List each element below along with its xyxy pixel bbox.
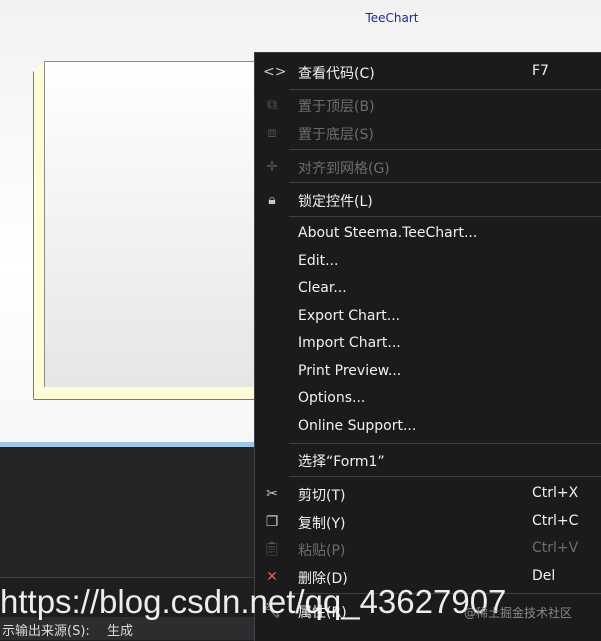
menu-item-shortcut: Ctrl+C (532, 513, 579, 529)
menu-item-label: 粘贴(P) (298, 543, 346, 559)
align-to-grid-icon: ✛ (266, 159, 278, 175)
menu-item-align-to-grid[interactable]: ✛ 对齐到网格(G) (255, 154, 601, 180)
copy-icon: ❐ (265, 514, 279, 530)
context-menu: <> 查看代码(C) F7 ⧉ 置于顶层(B) ⧈ 置于底层(S) ✛ 对齐到网… (254, 52, 601, 641)
menu-item-label: 复制(Y) (298, 516, 346, 532)
menu-item-label: 锁定控件(L) (298, 194, 373, 210)
menu-item-options[interactable]: Options... (255, 386, 601, 412)
output-source-label: 示输出来源(S): (2, 624, 90, 639)
menu-item-view-code[interactable]: <> 查看代码(C) F7 (255, 59, 601, 85)
bring-to-front-icon: ⧉ (267, 97, 277, 113)
menu-item-about-teechart[interactable]: About Steema.TeeChart... (255, 221, 601, 247)
menu-separator (289, 89, 601, 90)
menu-item-send-to-back[interactable]: ⧈ 置于底层(S) (255, 120, 601, 146)
menu-separator (289, 182, 601, 183)
output-source-select[interactable]: 生成 (107, 620, 133, 639)
menu-item-edit[interactable]: Edit... (255, 249, 601, 275)
menu-item-label: 对齐到网格(G) (298, 161, 390, 177)
menu-item-shortcut: Ctrl+V (532, 540, 579, 556)
code-icon: <> (263, 64, 287, 80)
menu-item-copy[interactable]: ❐ 复制(Y) Ctrl+C (255, 509, 601, 535)
menu-item-label: Print Preview... (298, 363, 402, 379)
chart-3d-floor (33, 387, 265, 400)
paste-icon: 📋︎ (263, 541, 281, 557)
menu-separator (289, 149, 601, 150)
menu-item-label: 置于底层(S) (298, 127, 374, 143)
menu-item-cut[interactable]: ✂ 剪切(T) Ctrl+X (255, 481, 601, 507)
menu-separator (289, 443, 601, 444)
menu-item-label: Clear... (298, 280, 347, 296)
community-watermark: @稀土掘金技术社区 (464, 606, 573, 620)
teechart-title: TeeChart (365, 11, 419, 25)
menu-item-label: Export Chart... (298, 308, 401, 324)
menu-item-import-chart[interactable]: Import Chart... (255, 331, 601, 357)
menu-item-clear[interactable]: Clear... (255, 276, 601, 302)
menu-item-bring-to-front[interactable]: ⧉ 置于顶层(B) (255, 92, 601, 118)
menu-separator (289, 216, 601, 217)
send-to-back-icon: ⧈ (267, 125, 277, 141)
menu-item-label: Options... (298, 390, 366, 406)
menu-item-label: 选择“Form1” (298, 454, 385, 470)
menu-item-select-form1[interactable]: 选择“Form1” (255, 447, 601, 473)
menu-item-export-chart[interactable]: Export Chart... (255, 304, 601, 330)
menu-item-shortcut: Ctrl+X (532, 485, 579, 501)
menu-item-label: 剪切(T) (298, 488, 346, 504)
menu-item-label: About Steema.TeeChart... (298, 225, 478, 241)
menu-item-label: 置于顶层(B) (298, 99, 375, 115)
menu-separator (289, 476, 601, 477)
teechart-control[interactable] (44, 61, 266, 389)
menu-item-label: Edit... (298, 253, 339, 269)
menu-item-label: 查看代码(C) (298, 66, 375, 82)
menu-item-label: Import Chart... (298, 335, 401, 351)
menu-item-online-support[interactable]: Online Support... (255, 414, 601, 440)
menu-item-lock-controls[interactable]: 🔒︎ 锁定控件(L) (255, 187, 601, 213)
menu-item-shortcut: F7 (532, 63, 549, 79)
cut-icon: ✂ (266, 486, 278, 502)
menu-item-print-preview[interactable]: Print Preview... (255, 359, 601, 385)
lock-icon: 🔒︎ (268, 192, 276, 208)
menu-item-paste[interactable]: 📋︎ 粘贴(P) Ctrl+V (255, 536, 601, 562)
menu-item-label: Online Support... (298, 418, 417, 434)
url-watermark: https://blog.csdn.net/qq_43627907 (0, 583, 507, 620)
menu-item-shortcut: Del (532, 568, 556, 584)
